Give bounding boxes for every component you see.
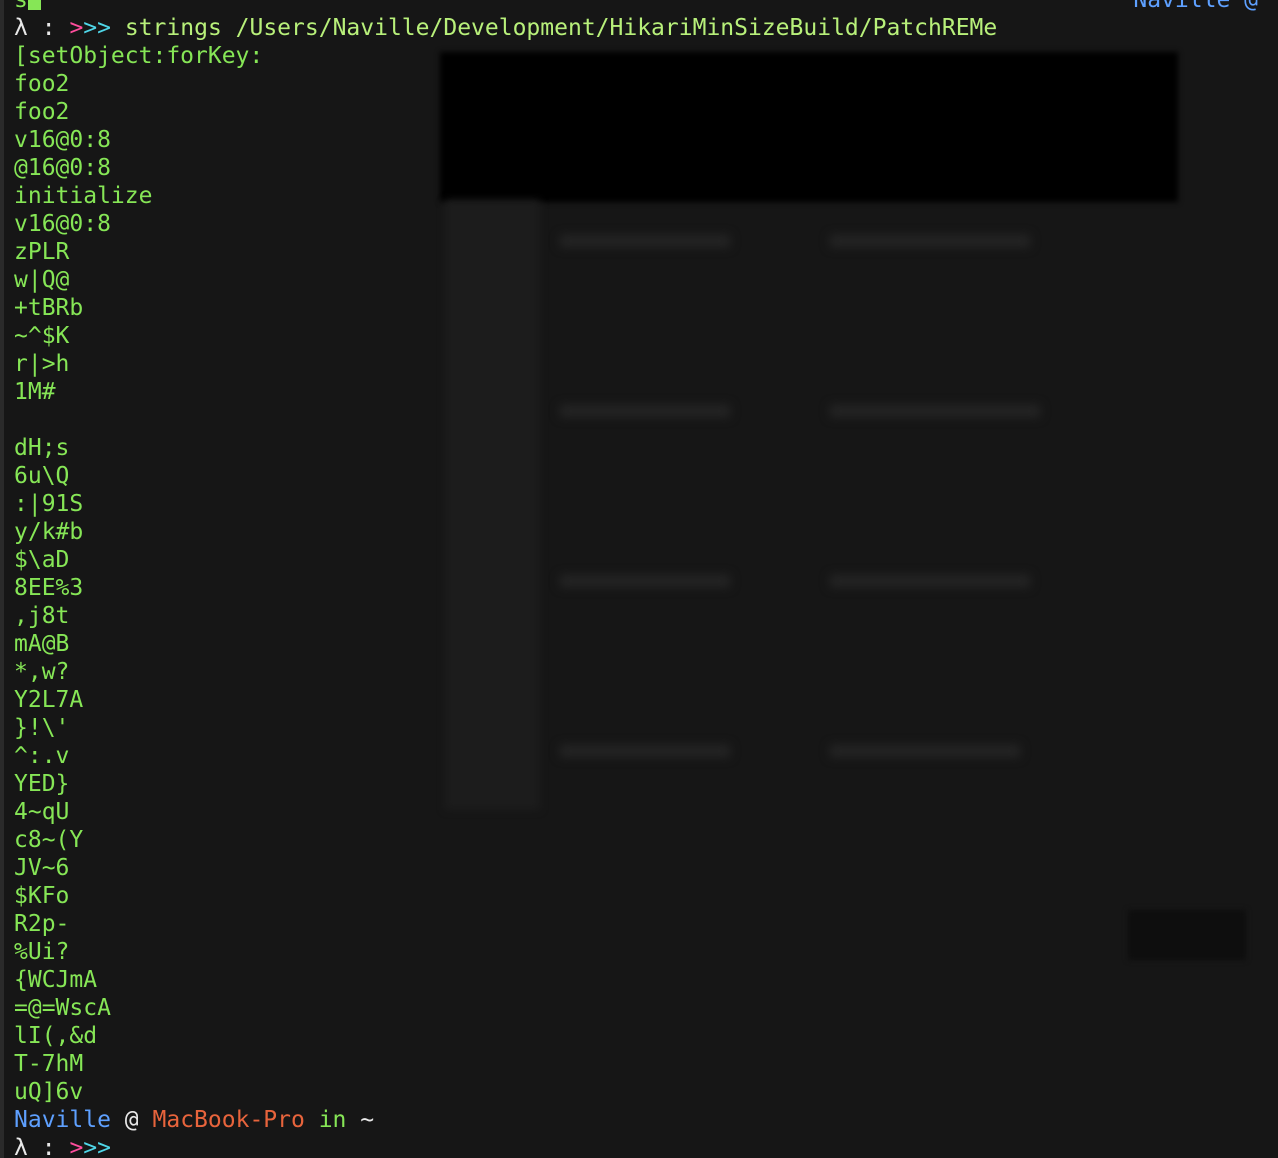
output-line: c8~(Y — [14, 827, 84, 853]
scrolled-line-fragment: s — [14, 0, 41, 14]
output-line: =@=WscA — [14, 995, 111, 1021]
output-line: y/k#b — [14, 519, 84, 545]
input-prompt-line[interactable]: λ : >>> — [14, 1134, 111, 1158]
background-row — [560, 745, 730, 757]
output-line: lI(,&d — [14, 1023, 98, 1049]
output-line: 8EE%3 — [14, 575, 84, 601]
terminal-window[interactable]: s Naville @ λ : >>> strings /Users/Navil… — [0, 0, 1278, 1158]
output-line: JV~6 — [14, 855, 70, 881]
background-row — [560, 235, 730, 247]
status-in: in — [318, 1107, 347, 1133]
output-line: mA@B — [14, 631, 70, 657]
background-row — [830, 405, 1040, 417]
background-row — [830, 745, 1020, 757]
prompt-colon: : — [41, 15, 56, 41]
output-line: [setObject:forKey: — [14, 43, 264, 69]
background-row — [560, 405, 730, 417]
background-button-blurred — [1128, 910, 1246, 960]
output-line: w|Q@ — [14, 267, 70, 293]
prompt-lambda: λ — [14, 1135, 28, 1158]
command-text: strings /Users/Naville/Development/Hikar… — [124, 15, 998, 41]
output-line: initialize — [14, 183, 153, 209]
status-user: Naville — [14, 1107, 111, 1133]
background-panel-blurred — [445, 200, 540, 810]
prompt-arrows: >>> — [69, 1135, 111, 1158]
output-line: *,w? — [14, 659, 70, 685]
output-line: r|>h — [14, 351, 70, 377]
output-line: :|91S — [14, 491, 84, 517]
output-line: +tBRb — [14, 295, 84, 321]
background-row — [830, 575, 1030, 587]
status-dir: ~ — [360, 1107, 375, 1133]
scrolled-status-fragment: Naville @ — [1133, 0, 1258, 13]
output-line: foo2 — [14, 99, 70, 125]
prompt-lambda: λ — [14, 15, 28, 41]
output-line: ,j8t — [14, 603, 70, 629]
prompt-colon: : — [41, 1135, 56, 1158]
output-line: 4~qU — [14, 799, 70, 825]
output-line: }!\' — [14, 715, 70, 741]
background-window-blurred — [440, 52, 1178, 202]
status-at: @ — [124, 1107, 139, 1133]
output-line: T-7hM — [14, 1051, 84, 1077]
output-line: ~^$K — [14, 323, 70, 349]
output-line: dH;s — [14, 435, 70, 461]
output-line: $\aD — [14, 547, 70, 573]
output-line: v16@0:8 — [14, 211, 111, 237]
output-line: ^:.v — [14, 743, 70, 769]
command-prompt-line: λ : >>> strings /Users/Naville/Developme… — [14, 14, 997, 42]
background-row — [830, 235, 1030, 247]
output-line: R2p- — [14, 911, 70, 937]
output-line: zPLR — [14, 239, 70, 265]
output-line: v16@0:8 — [14, 127, 111, 153]
output-line: foo2 — [14, 71, 70, 97]
output-line: YED} — [14, 771, 70, 797]
output-line: %Ui? — [14, 939, 70, 965]
background-row — [560, 575, 730, 587]
output-line: {WCJmA — [14, 967, 98, 993]
output-line: uQ]6v — [14, 1079, 84, 1105]
output-line: 6u\Q — [14, 463, 70, 489]
shell-status-line: Naville @ MacBook-Pro in ~ — [14, 1106, 374, 1134]
output-line: @16@0:8 — [14, 155, 111, 181]
prompt-arrows: >>> — [69, 15, 111, 41]
status-host: MacBook-Pro — [152, 1107, 305, 1133]
output-line: Y2L7A — [14, 687, 84, 713]
window-edge — [0, 0, 4, 1158]
cursor-block-icon — [27, 0, 41, 10]
output-line: 1M# — [14, 379, 56, 405]
output-line: $KFo — [14, 883, 70, 909]
